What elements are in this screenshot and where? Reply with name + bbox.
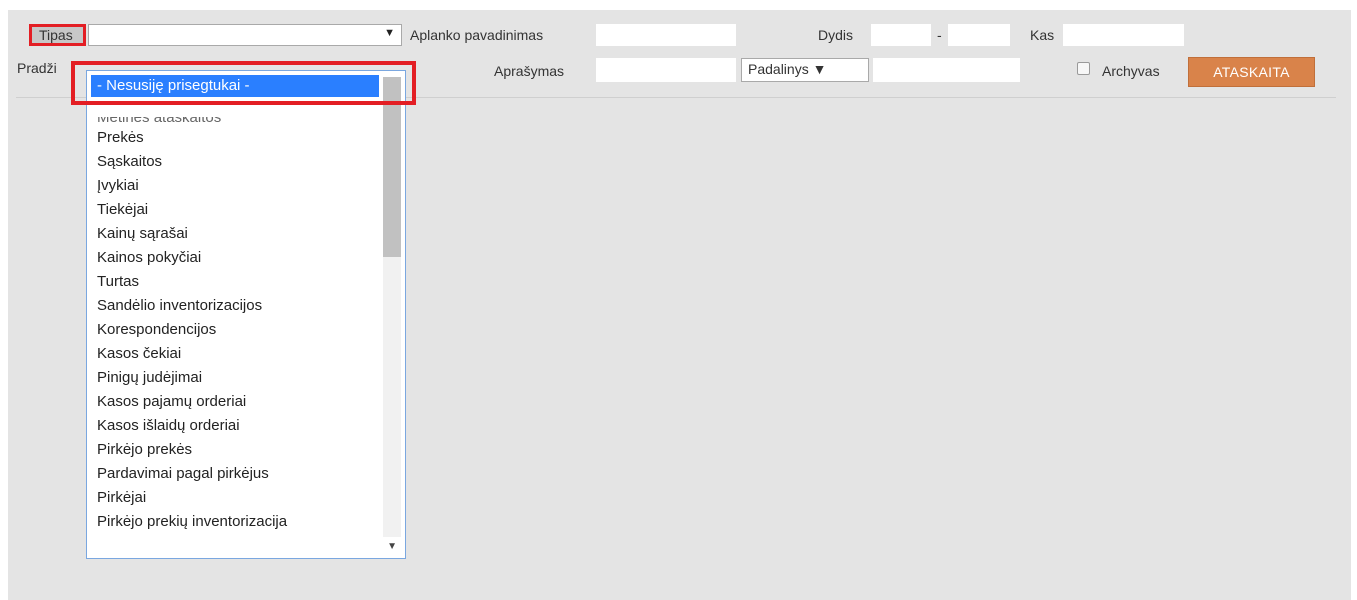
dropdown-item[interactable]: Pirkėjo prekės: [97, 439, 192, 461]
padalinys-select[interactable]: Padalinys ▼: [741, 58, 869, 82]
dropdown-item[interactable]: Sandėlio inventorizacijos: [97, 295, 262, 317]
dropdown-item[interactable]: Kainų sąrašai: [97, 223, 188, 245]
pradzia-label: Pradži: [17, 60, 57, 76]
dropdown-item[interactable]: Prekės: [97, 127, 144, 149]
aplanko-pavadinimas-label: Aplanko pavadinimas: [410, 27, 544, 43]
tipas-label: Tipas: [29, 24, 86, 46]
selected-item-highlight: [71, 61, 416, 105]
dropdown-item[interactable]: Kasos čekiai: [97, 343, 181, 365]
aprasymas-label: Aprašymas: [494, 63, 565, 79]
tipas-select[interactable]: ▼: [88, 24, 402, 46]
archyvas-checkbox[interactable]: [1077, 62, 1090, 75]
dropdown-item[interactable]: Kasos pajamų orderiai: [97, 391, 246, 413]
archyvas-label: Archyvas: [1102, 63, 1160, 79]
padalinys-input[interactable]: [873, 58, 1020, 82]
dydis-dash: -: [937, 27, 942, 43]
dropdown-item[interactable]: Turtas: [97, 271, 139, 293]
dropdown-item[interactable]: Korespondencijos: [97, 319, 216, 341]
dydis-from-input[interactable]: [871, 24, 931, 46]
dropdown-item[interactable]: Sąskaitos: [97, 151, 162, 173]
chevron-down-icon: ▼: [384, 27, 395, 39]
kas-input[interactable]: [1063, 24, 1184, 46]
dropdown-item[interactable]: Pinigų judėjimai: [97, 367, 202, 389]
dropdown-item[interactable]: Pardavimai pagal pirkėjus: [97, 463, 269, 485]
dropdown-scrollbar[interactable]: [383, 77, 401, 537]
dropdown-item[interactable]: Tiekėjai: [97, 199, 148, 221]
tipas-dropdown-list[interactable]: - Nesusiję prisegtukai - Metinės ataskai…: [86, 70, 406, 559]
dropdown-item[interactable]: Kainos pokyčiai: [97, 247, 201, 269]
scroll-down-icon[interactable]: ▼: [387, 541, 397, 552]
dydis-to-input[interactable]: [948, 24, 1010, 46]
dropdown-item[interactable]: Kasos išlaidų orderiai: [97, 415, 240, 437]
dydis-label: Dydis: [818, 27, 854, 43]
aplanko-pavadinimas-input[interactable]: [596, 24, 736, 46]
ataskaita-button[interactable]: ATASKAITA: [1188, 57, 1315, 87]
dropdown-item[interactable]: Įvykiai: [97, 175, 139, 197]
kas-label: Kas: [1030, 27, 1055, 43]
dropdown-item[interactable]: Pirkėjai: [97, 487, 146, 509]
dropdown-item[interactable]: Metinės ataskaitos: [97, 117, 221, 129]
dropdown-item[interactable]: Pirkėjo prekių inventorizacija: [97, 511, 287, 533]
aprasymas-input[interactable]: [596, 58, 736, 82]
